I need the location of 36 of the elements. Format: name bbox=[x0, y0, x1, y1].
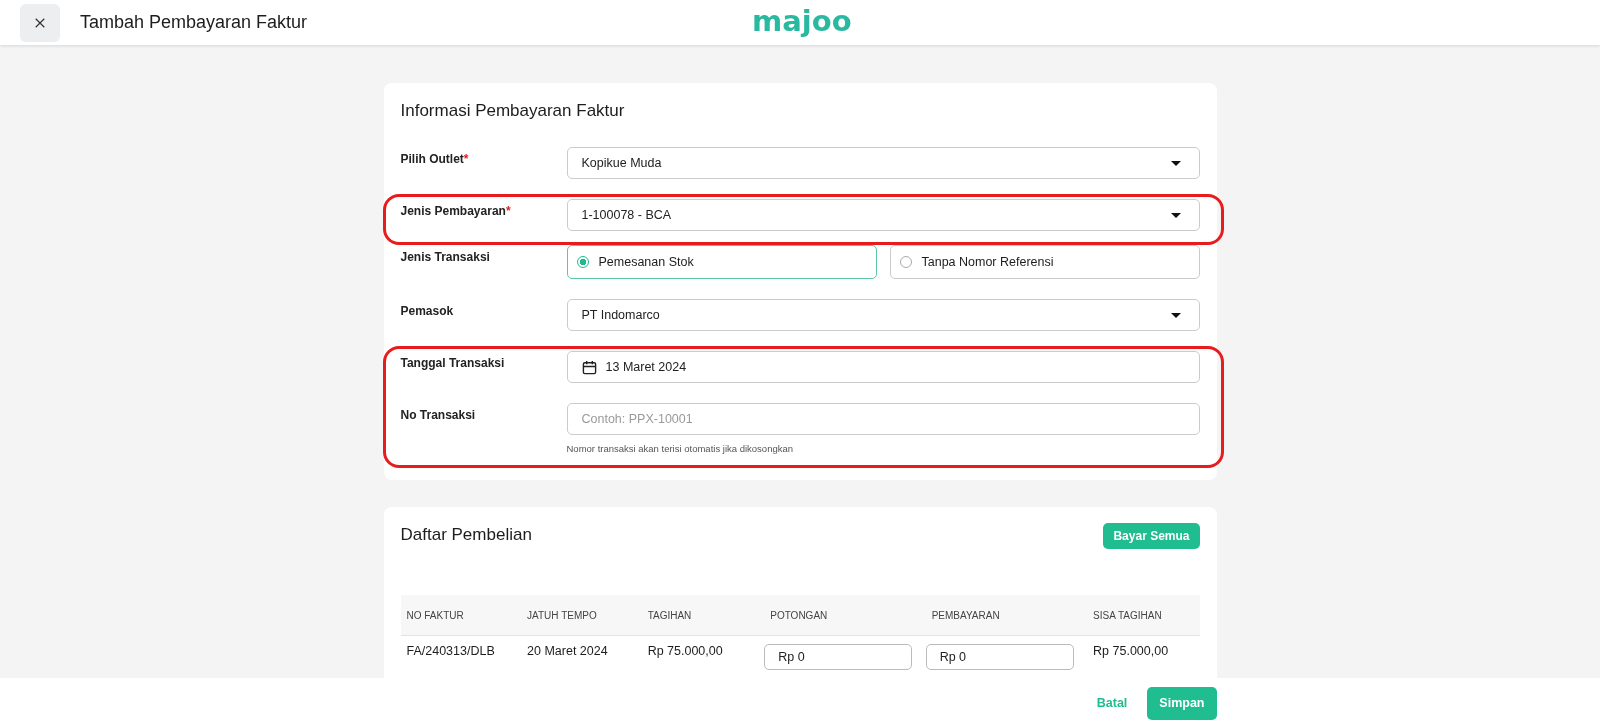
table-cell-text: FA/240313/DLB bbox=[405, 644, 496, 660]
amount-field[interactable]: Rp 0 bbox=[925, 644, 1074, 670]
card-title: Daftar Pembelian bbox=[400, 524, 532, 545]
page-title: Tambah Pembayaran Faktur bbox=[80, 12, 308, 33]
dropdown[interactable]: 1-100078 - BCA bbox=[566, 199, 1200, 231]
column-header: JATUH TEMPO bbox=[526, 609, 598, 621]
amount-field[interactable]: Rp 0 bbox=[764, 644, 913, 670]
field-label: Pemasok bbox=[400, 303, 455, 320]
radio-option[interactable]: Tanpa Nomor Referensi bbox=[889, 245, 1200, 279]
field-label: No Transaksi bbox=[400, 407, 477, 424]
column-header: POTONGAN bbox=[769, 609, 829, 621]
caret-icon bbox=[1170, 312, 1181, 318]
dropdown[interactable]: PT Indomarco bbox=[566, 299, 1200, 331]
close-icon bbox=[34, 16, 46, 29]
table-cell-text: 20 Maret 2024 bbox=[526, 644, 609, 660]
close-button[interactable] bbox=[20, 3, 60, 42]
caret-icon bbox=[1170, 160, 1181, 166]
field-label: Pilih Outlet* bbox=[400, 151, 470, 168]
logo: majoo bbox=[752, 4, 852, 38]
column-header: TAGIHAN bbox=[646, 609, 693, 621]
calendar-icon bbox=[581, 359, 597, 375]
column-header: NO FAKTUR bbox=[405, 609, 465, 621]
helper-text: Nomor transaksi akan terisi otomatis jika dikosongkan bbox=[566, 443, 794, 454]
table-cell-text: Rp 75.000,00 bbox=[646, 644, 724, 660]
radio-option[interactable]: Pemesanan Stok bbox=[566, 245, 877, 279]
dropdown[interactable]: Kopikue Muda bbox=[566, 147, 1200, 179]
column-header: SISA TAGIHAN bbox=[1092, 609, 1163, 621]
input-field[interactable]: Contoh: PPX-10001 bbox=[566, 403, 1200, 435]
column-header: PEMBAYARAN bbox=[930, 609, 1001, 621]
table-cell-text: Rp 75.000,00 bbox=[1092, 644, 1170, 660]
date-field[interactable]: 13 Maret 2024 bbox=[566, 351, 1200, 383]
field-label: Tanggal Transaksi bbox=[400, 355, 506, 372]
card-title: Informasi Pembayaran Faktur bbox=[400, 100, 626, 121]
caret-icon bbox=[1170, 212, 1181, 218]
field-label: Jenis Transaksi bbox=[400, 249, 491, 266]
field-label: Jenis Pembayaran* bbox=[400, 203, 512, 220]
